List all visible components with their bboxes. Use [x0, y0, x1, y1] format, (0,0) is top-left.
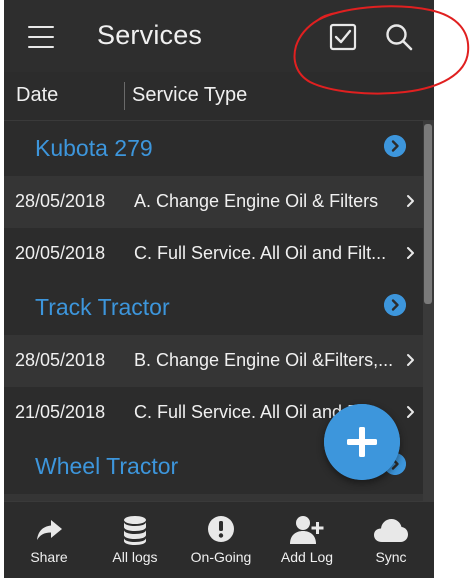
service-row[interactable]: 28/05/2018 B. Change Engine Oil &Filters…	[4, 335, 434, 387]
service-type: C. Full Service. All Oil and Filt...	[134, 243, 387, 263]
nav-all-logs[interactable]: All logs	[92, 502, 178, 578]
nav-label: Sync	[375, 549, 407, 565]
group-name: Wheel Tractor	[35, 453, 179, 479]
nav-label: Share	[30, 549, 68, 565]
add-user-icon	[290, 516, 324, 544]
service-date: 21/05/2018	[15, 402, 106, 422]
column-divider	[124, 82, 125, 110]
service-row[interactable]: 28/05/2018 A. Change Engine Oil & Filter…	[4, 176, 434, 228]
chevron-right-icon	[407, 406, 414, 418]
service-type: B. Change Engine Oil &Filters,...	[134, 350, 394, 370]
bottom-navigation: Share All logs On-Going Add Log Sync	[4, 501, 434, 578]
group-header-kubota-279[interactable]: Kubota 279	[4, 121, 434, 176]
nav-share[interactable]: Share	[6, 502, 92, 578]
app-screen: Services Date Service Type Kubota 279 28…	[4, 0, 434, 578]
chevron-right-icon	[407, 247, 414, 259]
alert-icon	[208, 516, 234, 542]
nav-on-going[interactable]: On-Going	[178, 502, 264, 578]
group-name: Track Tractor	[35, 294, 170, 320]
service-date: 28/05/2018	[15, 350, 106, 370]
date-column-header[interactable]: Date	[16, 84, 58, 107]
nav-sync[interactable]: Sync	[348, 502, 434, 578]
share-icon	[37, 520, 62, 540]
chevron-right-circle-icon[interactable]	[384, 135, 406, 157]
nav-label: On-Going	[190, 549, 252, 565]
chevron-right-icon	[407, 195, 414, 207]
service-date: 28/05/2018	[15, 191, 106, 211]
nav-add-log[interactable]: Add Log	[264, 502, 350, 578]
add-service-button[interactable]	[324, 404, 400, 480]
database-icon	[124, 516, 146, 545]
chevron-right-circle-icon[interactable]	[384, 294, 406, 316]
app-bar: Services	[4, 0, 434, 72]
checkbox-icon[interactable]	[328, 22, 358, 52]
service-row-partial[interactable]	[4, 494, 434, 501]
nav-label: Add Log	[280, 549, 334, 565]
group-name: Kubota 279	[35, 135, 153, 161]
nav-label: All logs	[112, 549, 158, 565]
column-header: Date Service Type	[4, 72, 434, 121]
hamburger-menu-icon[interactable]	[28, 26, 54, 48]
group-header-track-tractor[interactable]: Track Tractor	[4, 280, 434, 335]
service-row[interactable]: 20/05/2018 C. Full Service. All Oil and …	[4, 228, 434, 280]
search-icon[interactable]	[384, 22, 414, 52]
chevron-right-icon	[407, 354, 414, 366]
cloud-icon	[374, 519, 408, 542]
page-title: Services	[97, 20, 203, 50]
service-type-column-header[interactable]: Service Type	[132, 84, 247, 107]
service-type: A. Change Engine Oil & Filters	[134, 191, 379, 211]
service-date: 20/05/2018	[15, 243, 106, 263]
scrollbar-thumb[interactable]	[424, 124, 432, 304]
